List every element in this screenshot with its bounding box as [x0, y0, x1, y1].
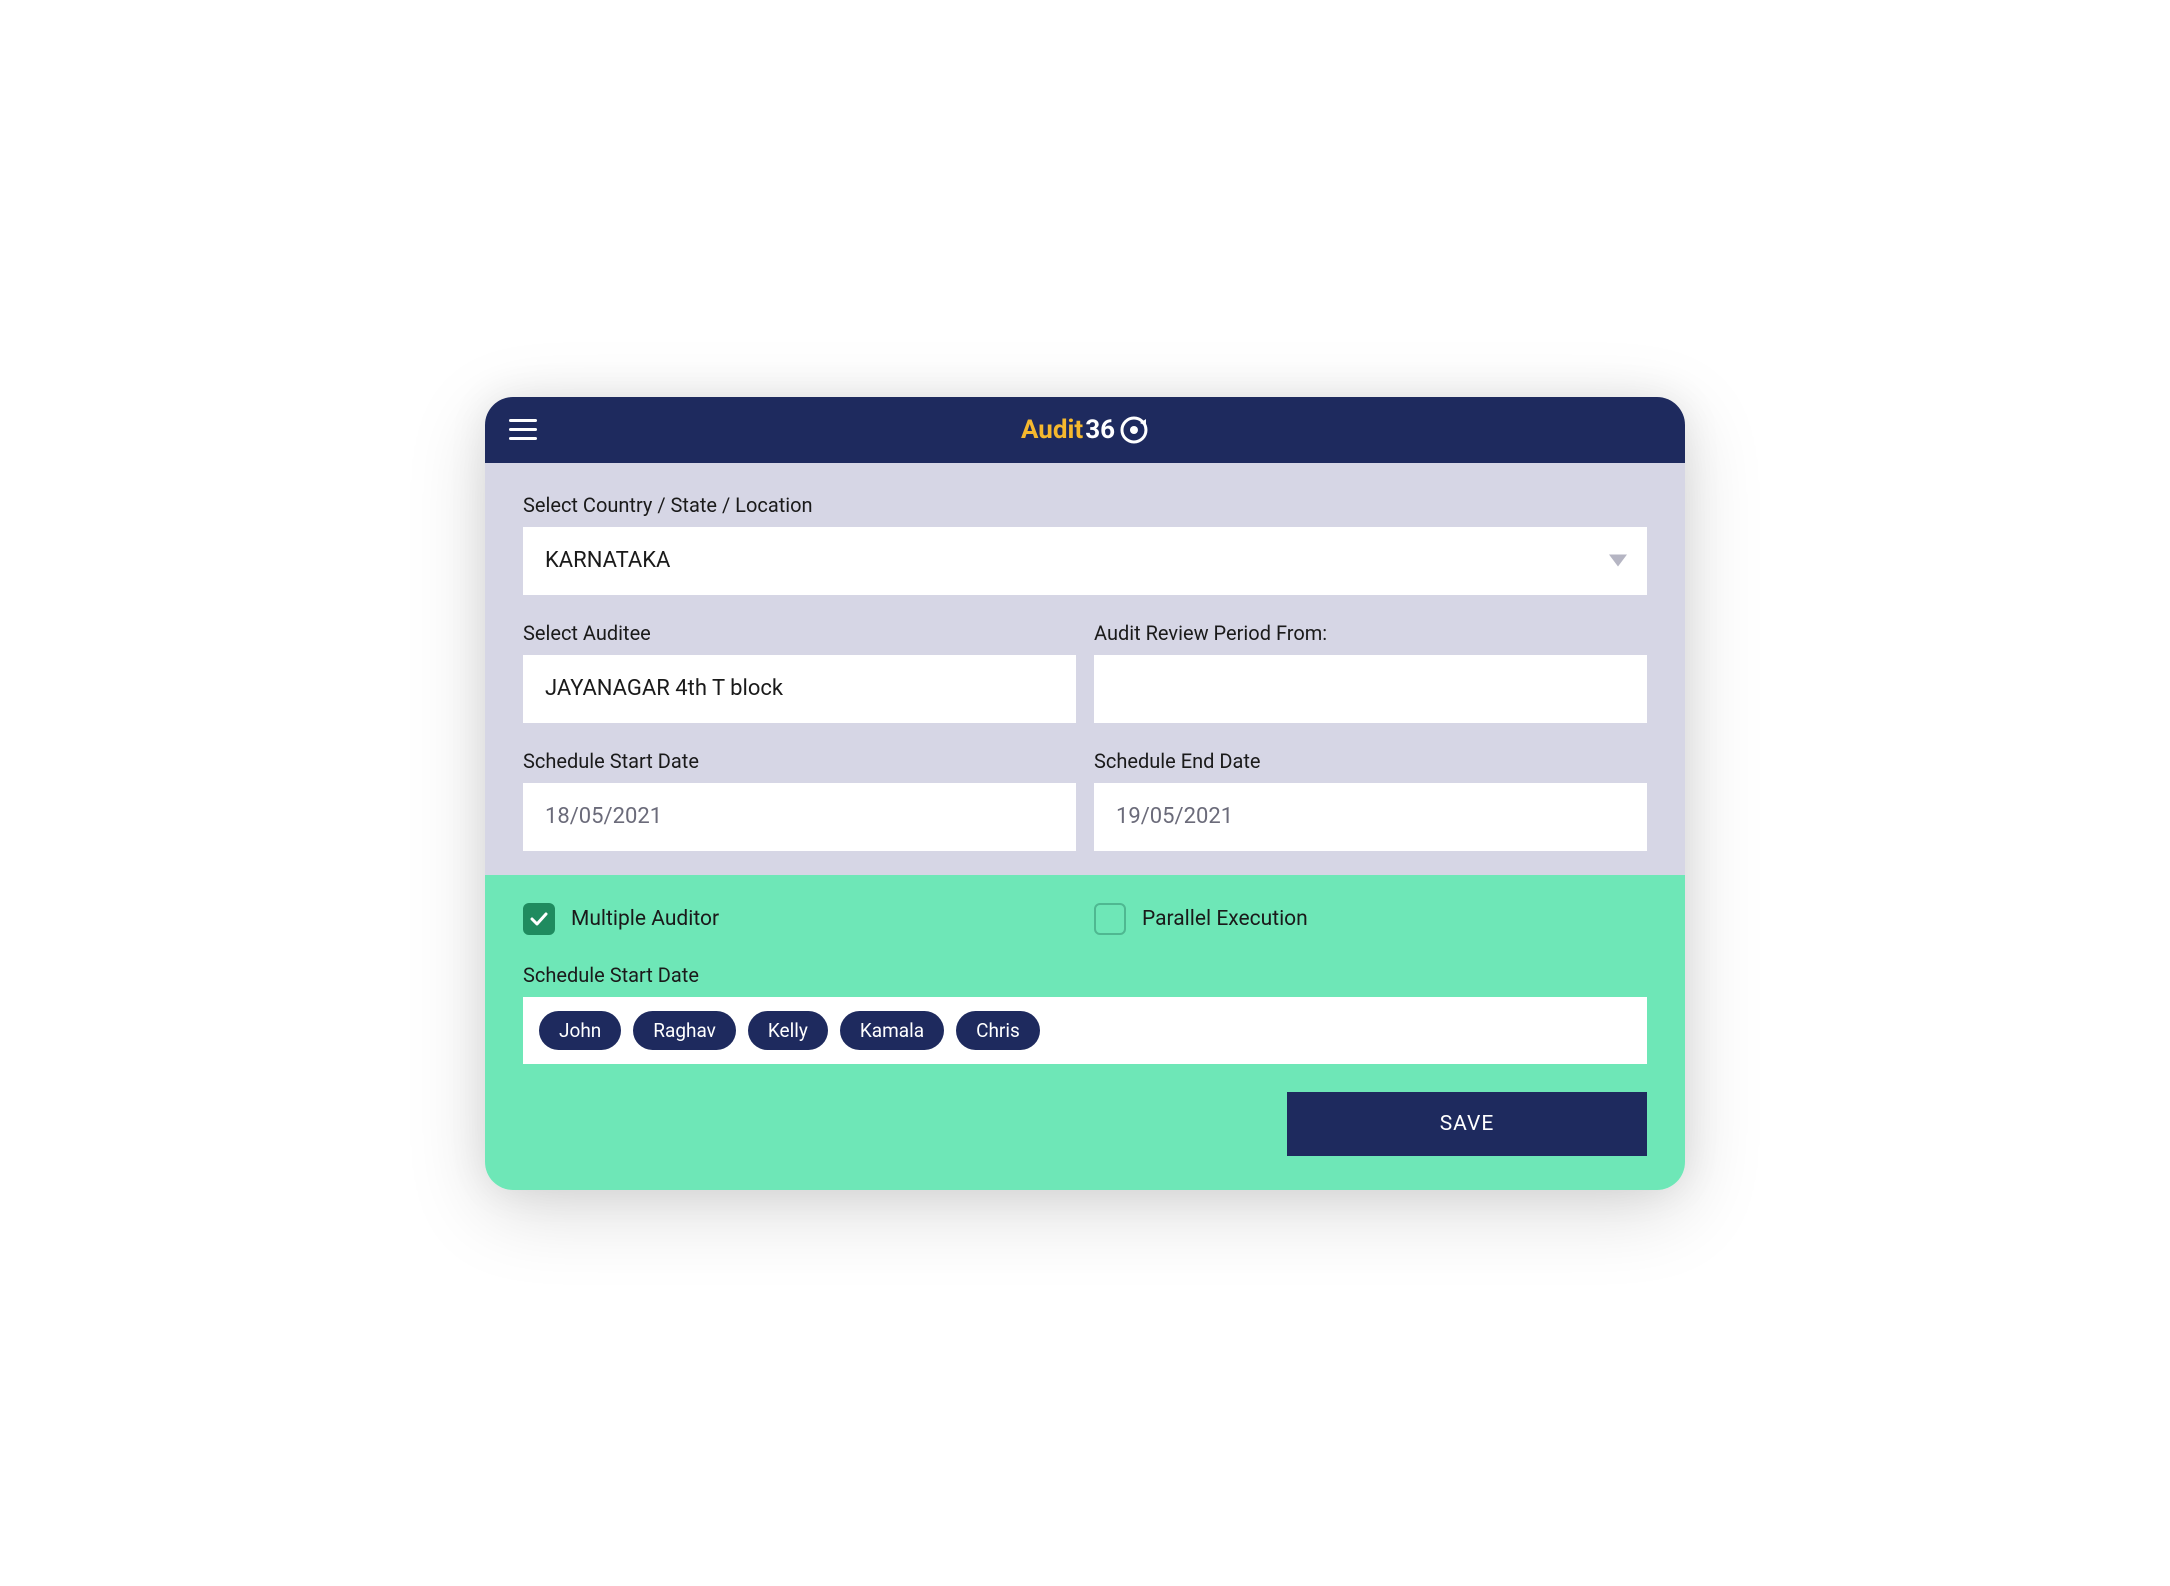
auditors-input[interactable]: John Raghav Kelly Kamala Chris: [523, 997, 1647, 1064]
auditor-tag[interactable]: Raghav: [633, 1011, 736, 1050]
parallel-execution-group: Parallel Execution: [1094, 903, 1647, 935]
multiple-auditor-label: Multiple Auditor: [571, 907, 719, 931]
form-section: Select Country / State / Location Select…: [485, 463, 1685, 875]
hamburger-icon: [509, 419, 537, 422]
logo-text-36: 36: [1085, 415, 1115, 445]
refresh-circle-icon: [1119, 415, 1149, 445]
multiple-auditor-group: Multiple Auditor: [523, 903, 1076, 935]
auditor-tag[interactable]: John: [539, 1011, 621, 1050]
country-select-wrapper: [523, 527, 1647, 595]
country-select[interactable]: [523, 527, 1647, 595]
parallel-execution-label: Parallel Execution: [1142, 907, 1308, 931]
app-frame: Audit 36 Select Country / State / Locati…: [485, 397, 1685, 1190]
start-date-input[interactable]: [523, 783, 1076, 851]
auditor-tag[interactable]: Kelly: [748, 1011, 828, 1050]
header-bar: Audit 36: [485, 397, 1685, 463]
check-icon: [530, 912, 548, 926]
auditors-label: Schedule Start Date: [523, 963, 1647, 987]
parallel-execution-checkbox[interactable]: [1094, 903, 1126, 935]
auditor-tag[interactable]: Chris: [956, 1011, 1040, 1050]
start-date-label: Schedule Start Date: [523, 749, 1076, 773]
menu-button[interactable]: [509, 419, 537, 440]
auditee-label: Select Auditee: [523, 621, 1076, 645]
save-button[interactable]: SAVE: [1287, 1092, 1647, 1156]
end-date-input[interactable]: [1094, 783, 1647, 851]
multiple-auditor-checkbox[interactable]: [523, 903, 555, 935]
auditor-tag[interactable]: Kamala: [840, 1011, 944, 1050]
options-section: Multiple Auditor Parallel Execution Sche…: [485, 875, 1685, 1190]
auditee-input[interactable]: [523, 655, 1076, 723]
app-logo: Audit 36: [1021, 415, 1149, 445]
review-period-input[interactable]: [1094, 655, 1647, 723]
review-period-label: Audit Review Period From:: [1094, 621, 1647, 645]
end-date-label: Schedule End Date: [1094, 749, 1647, 773]
logo-text-audit: Audit: [1021, 415, 1083, 445]
country-label: Select Country / State / Location: [523, 493, 1647, 517]
